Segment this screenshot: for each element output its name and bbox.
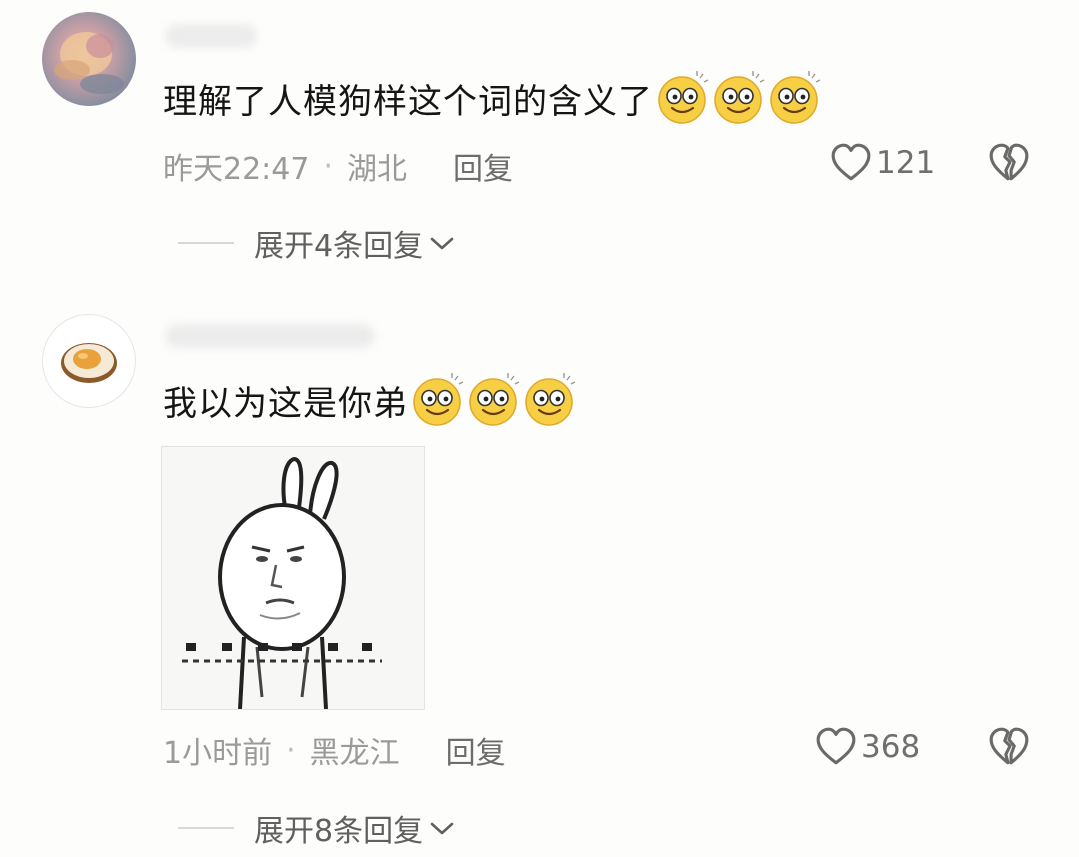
sticker-image[interactable] [161, 446, 425, 710]
comment-text: 我以为这是你弟 [163, 372, 578, 428]
reply-button[interactable]: 回复 [453, 144, 513, 188]
dislike-button[interactable] [988, 142, 1030, 188]
expand-replies-button[interactable]: 展开8条回复 [178, 806, 455, 850]
avatar[interactable] [42, 12, 136, 106]
emoji-group [655, 70, 823, 126]
like-count: 368 [861, 729, 921, 765]
comment-text: 理解了人模狗样这个词的含义了 [163, 70, 823, 126]
expand-divider [178, 242, 234, 244]
like-button[interactable]: 368 [815, 726, 920, 768]
comment-meta: 1小时前 · 黑龙江 回复 [163, 728, 506, 772]
dizzy-eyes-emoji-icon [466, 372, 522, 428]
reply-button[interactable]: 回复 [446, 728, 506, 772]
username-blurred[interactable] [165, 324, 375, 348]
broken-heart-icon [988, 726, 1030, 768]
bunny-sticker-drawing [182, 456, 382, 709]
chevron-down-icon [430, 237, 454, 250]
username-blurred[interactable] [165, 24, 257, 48]
avatar[interactable] [42, 314, 136, 408]
dizzy-eyes-emoji-icon [522, 372, 578, 428]
avatar-image [54, 32, 124, 94]
dizzy-eyes-emoji-icon [767, 70, 823, 126]
expand-replies-label: 展开4条回复 [254, 229, 424, 264]
heart-outline-icon [830, 142, 872, 184]
meta-separator: · [286, 732, 296, 768]
comment-time: 昨天22:47 [163, 152, 310, 187]
heart-outline-icon [815, 726, 857, 768]
chevron-down-icon [430, 822, 454, 835]
broken-heart-icon [988, 142, 1030, 184]
avatar-image [61, 343, 117, 383]
meta-separator: · [323, 148, 334, 184]
comment-meta: 昨天22:47 · 湖北 回复 [163, 144, 513, 188]
expand-replies-button[interactable]: 展开4条回复 [178, 221, 455, 265]
expand-replies-label: 展开8条回复 [254, 814, 424, 849]
comment-time: 1小时前 [163, 736, 273, 771]
comment-location: 湖北 [347, 152, 408, 187]
dizzy-eyes-emoji-icon [711, 70, 767, 126]
expand-divider [178, 827, 234, 829]
like-count: 121 [876, 145, 936, 181]
comment-location: 黑龙江 [309, 736, 400, 771]
comment-text-content: 理解了人模狗样这个词的含义了 [163, 81, 653, 122]
like-button[interactable]: 121 [830, 142, 935, 184]
emoji-group [410, 372, 578, 428]
dizzy-eyes-emoji-icon [655, 70, 711, 126]
comment-text-content: 我以为这是你弟 [163, 383, 408, 424]
dislike-button[interactable] [988, 726, 1030, 772]
dizzy-eyes-emoji-icon [410, 372, 466, 428]
